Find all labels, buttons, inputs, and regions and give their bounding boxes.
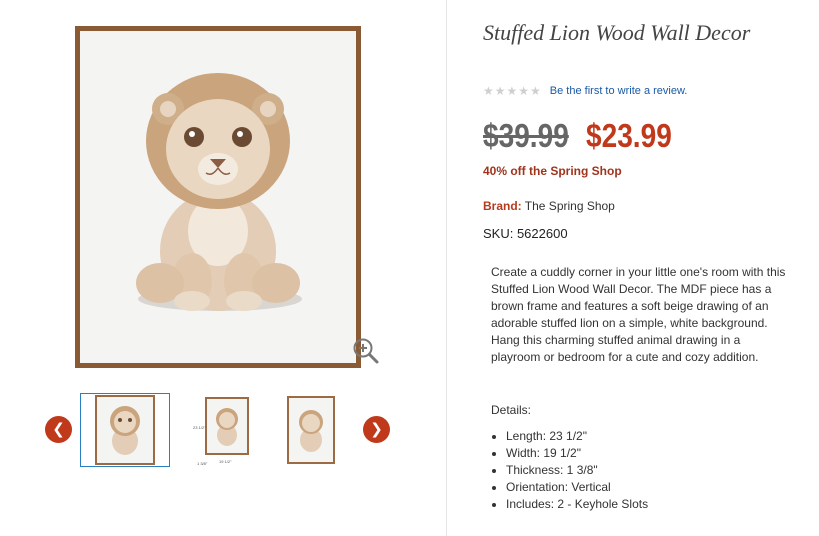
- depth-dimension-label: 1 3/8": [197, 461, 208, 466]
- thumbnail-3[interactable]: [266, 393, 356, 467]
- thumbnail-2[interactable]: 23 1/2" 19 1/2" 1 3/8": [180, 393, 270, 467]
- product-title: Stuffed Lion Wood Wall Decor: [483, 20, 751, 45]
- brand-label: Brand:: [483, 199, 522, 213]
- rating-row: ★★★★★ Be the first to write a review.: [483, 84, 687, 98]
- lion-thumbnail-image: [299, 410, 323, 452]
- height-dimension-label: 23 1/2": [193, 425, 206, 430]
- sku-text: SKU: 5622600: [483, 226, 568, 241]
- detail-length: Length: 23 1/2": [506, 428, 648, 445]
- detail-width: Width: 19 1/2": [506, 445, 648, 462]
- promo-text: 40% off the Spring Shop: [483, 164, 622, 178]
- star-rating-icon: ★★★★★: [483, 84, 542, 98]
- chevron-right-icon: ❯: [370, 420, 383, 438]
- sale-price: $23.99: [586, 117, 672, 154]
- detail-orientation: Orientation: Vertical: [506, 479, 648, 496]
- details-heading: Details:: [491, 403, 532, 417]
- column-divider: [446, 0, 447, 536]
- brand-row: Brand: The Spring Shop: [483, 199, 615, 213]
- product-main-image[interactable]: [75, 26, 361, 368]
- chevron-left-icon: ❮: [52, 420, 65, 438]
- product-description: Create a cuddly corner in your little on…: [491, 265, 786, 364]
- detail-includes: Includes: 2 - Keyhole Slots: [506, 496, 648, 513]
- lion-thumbnail-image: [216, 408, 238, 446]
- previous-image-button[interactable]: ❮: [45, 416, 72, 443]
- details-list: Length: 23 1/2" Width: 19 1/2" Thickness…: [491, 428, 648, 513]
- brand-value[interactable]: The Spring Shop: [525, 199, 615, 213]
- lion-thumbnail-image: [110, 406, 140, 455]
- zoom-in-icon[interactable]: [351, 336, 381, 366]
- price-block: $39.99 $23.99: [483, 117, 687, 155]
- detail-thickness: Thickness: 1 3/8": [506, 462, 648, 479]
- write-review-link[interactable]: Be the first to write a review.: [550, 85, 688, 97]
- width-dimension-label: 19 1/2": [219, 459, 232, 464]
- next-image-button[interactable]: ❯: [363, 416, 390, 443]
- original-price: $39.99: [483, 117, 569, 154]
- lion-illustration: [136, 73, 302, 311]
- thumbnail-1[interactable]: [80, 393, 170, 467]
